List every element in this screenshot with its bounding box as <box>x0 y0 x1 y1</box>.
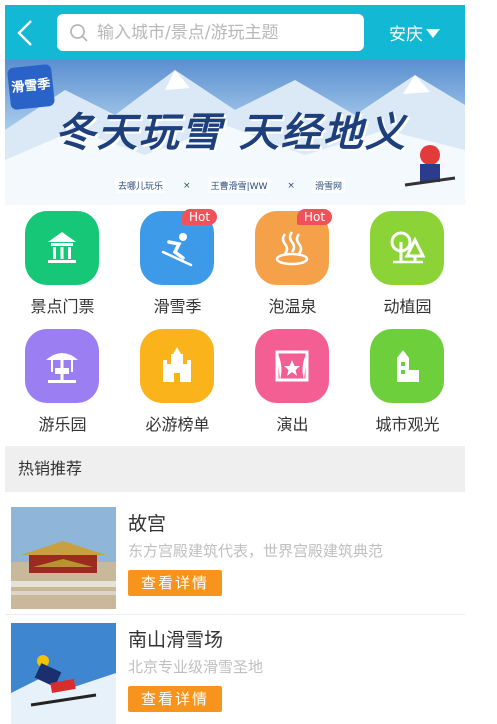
partner-logo: 去哪儿玩乐 <box>115 178 167 193</box>
top-bar: 安庆 <box>5 5 465 60</box>
promo-banner[interactable]: 滑雪季 冬天玩雪 天经地义 去哪儿玩乐 × 王曹滑雪|WW × 滑雪网 <box>5 60 465 205</box>
category-label: 滑雪季 <box>153 297 202 316</box>
stage-icon <box>255 329 329 403</box>
partner-logo: 王曹滑雪|WW <box>207 178 271 193</box>
search-box[interactable] <box>57 14 364 51</box>
category-label: 泡温泉 <box>268 297 317 316</box>
partner-logo: 滑雪网 <box>311 178 345 193</box>
city-selector[interactable]: 安庆 <box>389 20 440 45</box>
banner-title: 冬天玩雪 天经地义 <box>55 110 407 156</box>
search-icon <box>70 23 88 42</box>
category-shows[interactable]: 演出 <box>235 323 350 441</box>
item-name: 故宫 <box>128 513 167 535</box>
list-item[interactable]: 故宫 东方宫殿建筑代表，世界宫殿建筑典范 查看详情 <box>5 499 465 615</box>
list-item[interactable]: 南山滑雪场 北京专业级滑雪圣地 查看详情 <box>5 615 465 724</box>
back-icon[interactable] <box>13 18 39 48</box>
brand-logo: 滑雪季 <box>6 63 56 111</box>
category-label: 城市观光 <box>375 415 440 434</box>
search-input[interactable] <box>95 21 359 44</box>
tree-icon <box>370 211 444 285</box>
category-amusement-park[interactable]: 游乐园 <box>5 323 120 441</box>
category-label: 演出 <box>276 415 309 434</box>
item-description: 东方宫殿建筑代表，世界宫殿建筑典范 <box>128 542 384 560</box>
separator: × <box>287 180 295 191</box>
category-label: 景点门票 <box>30 297 95 316</box>
item-description: 北京专业级滑雪圣地 <box>128 658 264 676</box>
category-grid: 景点门票 Hot 滑雪季 Hot 泡温泉 动植园 游乐园 必游榜单 演出 城市观… <box>5 205 465 446</box>
castle-icon <box>140 329 214 403</box>
thumbnail-forbidden-city[interactable] <box>11 507 116 609</box>
partner-logos: 去哪儿玩乐 × 王曹滑雪|WW × 滑雪网 <box>115 178 345 193</box>
category-label: 必游榜单 <box>145 415 210 434</box>
view-details-button[interactable]: 查看详情 <box>128 686 222 712</box>
city-label: 安庆 <box>389 25 423 45</box>
separator: × <box>183 180 191 191</box>
hot-badge: Hot <box>297 209 333 225</box>
view-details-button[interactable]: 查看详情 <box>128 570 222 596</box>
carousel-icon <box>25 329 99 403</box>
category-city-sightseeing[interactable]: 城市观光 <box>350 323 465 441</box>
category-hot-spring[interactable]: Hot 泡温泉 <box>235 205 350 323</box>
item-name: 南山滑雪场 <box>128 629 224 651</box>
category-label: 游乐园 <box>38 415 87 434</box>
temple-icon <box>25 211 99 285</box>
thumbnail-ski-resort[interactable] <box>11 623 116 724</box>
category-attraction-tickets[interactable]: 景点门票 <box>5 205 120 323</box>
category-label: 动植园 <box>383 297 432 316</box>
hot-badge: Hot <box>182 209 218 225</box>
app-screen: 安庆 滑雪季 冬天玩雪 天经地义 去哪儿玩乐 × 王曹滑雪|WW × 滑雪网 <box>5 5 465 724</box>
tower-icon <box>370 329 444 403</box>
chevron-down-icon <box>426 29 440 38</box>
category-must-visit-list[interactable]: 必游榜单 <box>120 323 235 441</box>
category-ski-season[interactable]: Hot 滑雪季 <box>120 205 235 323</box>
section-title: 热销推荐 <box>5 446 465 492</box>
category-zoo-botanical[interactable]: 动植园 <box>350 205 465 323</box>
